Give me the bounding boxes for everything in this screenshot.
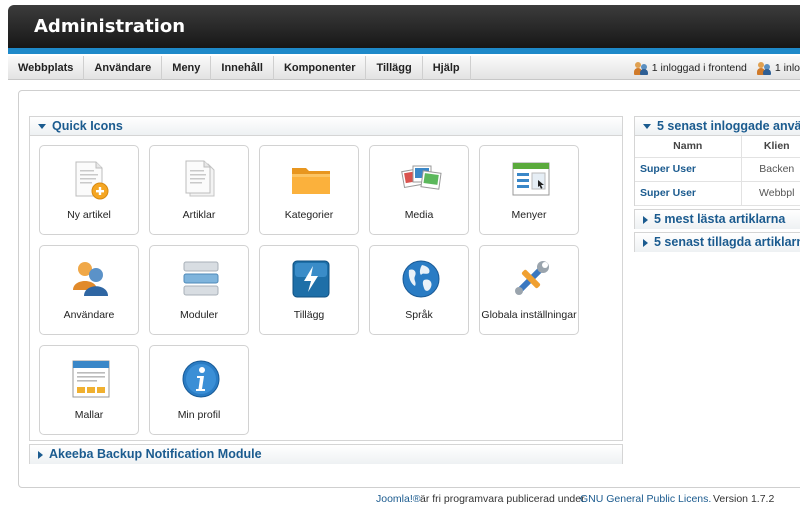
quick-icon-min-profil[interactable]: Min profil [149, 345, 249, 435]
chevron-right-icon [38, 450, 43, 459]
globe-icon [402, 260, 440, 298]
quick-icon-kategorier[interactable]: Kategorier [259, 145, 359, 235]
user-name-link[interactable]: Super User [635, 181, 742, 206]
menu-komponenter[interactable]: Komponenter [274, 56, 367, 80]
joomla-link[interactable]: Joomla!® [376, 493, 421, 505]
footer-text: är fri programvara publicerad under [420, 493, 585, 505]
quick-icon-media[interactable]: Media [369, 145, 469, 235]
quick-icons-title: Quick Icons [52, 119, 123, 133]
quick-icon-label: Moduler [180, 309, 218, 321]
footer: Joomla!® är fri programvara publicerad u… [0, 493, 800, 509]
chevron-down-icon [38, 124, 46, 130]
modules-icon [183, 261, 219, 296]
admin-header: Administration [8, 5, 800, 54]
chevron-right-icon [643, 215, 648, 224]
logged-users-header[interactable]: 5 senast inloggade anvä [635, 117, 800, 136]
chevron-right-icon [643, 238, 648, 247]
menu-bar: Webbplats Användare Meny Innehåll Kompon… [8, 56, 800, 80]
table-row: Super User Backen [635, 157, 800, 182]
akeeba-module: Akeeba Backup Notification Module [29, 444, 623, 464]
quick-icon-label: Mallar [74, 409, 104, 421]
menu-meny[interactable]: Meny [162, 56, 212, 80]
quick-icon-label: Språk [405, 309, 433, 321]
quick-icon-tillagg[interactable]: Tillägg [259, 245, 359, 335]
quick-icon-label: Globala inställningar [481, 309, 577, 321]
user-client: Backen [741, 157, 800, 182]
quick-icon-label: Min profil [177, 409, 221, 421]
chevron-down-icon [643, 124, 651, 130]
new-article-icon [75, 161, 109, 200]
quick-icon-artiklar[interactable]: Artiklar [149, 145, 249, 235]
frontend-users-label: 1 inloggad i frontend [651, 62, 747, 74]
quick-icons-header[interactable]: Quick Icons [30, 117, 622, 136]
backend-users-status[interactable]: 1 inlo [756, 61, 800, 75]
latest-articles-header[interactable]: 5 senast tillagda artiklarn [635, 233, 800, 252]
menu-innehall[interactable]: Innehåll [211, 56, 274, 80]
quick-icon-anvandare[interactable]: Användare [39, 245, 139, 335]
quick-icon-label: Användare [63, 309, 115, 321]
templates-icon [72, 360, 110, 398]
user-name-link[interactable]: Super User [635, 157, 742, 182]
users-icon [633, 61, 648, 75]
login-status: 1 inloggad i frontend 1 inlo [633, 56, 800, 80]
akeeba-header[interactable]: Akeeba Backup Notification Module [30, 445, 622, 464]
main-menu: Webbplats Användare Meny Innehåll Kompon… [8, 56, 471, 80]
logged-users-module: 5 senast inloggade anvä Namn Klien Super… [634, 116, 800, 206]
users-icon [756, 61, 771, 75]
extensions-icon [292, 260, 330, 298]
column-header-client: Klien [741, 136, 800, 158]
quick-icon-moduler[interactable]: Moduler [149, 245, 249, 335]
menu-tillagg[interactable]: Tillägg [366, 56, 423, 80]
menu-hjalp[interactable]: Hjälp [423, 56, 471, 80]
quick-icon-label: Kategorier [284, 209, 334, 221]
popular-articles-title: 5 mest lästa artiklarna [654, 212, 786, 226]
latest-articles-title: 5 senast tillagda artiklarn [654, 235, 800, 249]
logged-users-title: 5 senast inloggade anvä [657, 119, 800, 133]
page-title: Administration [34, 16, 186, 37]
column-header-name: Namn [635, 136, 742, 158]
frontend-users-status[interactable]: 1 inloggad i frontend [633, 61, 747, 75]
users-icon [73, 262, 108, 296]
menu-anvandare[interactable]: Användare [84, 56, 163, 80]
logged-users-table: Namn Klien Super User Backen Super User … [635, 136, 800, 206]
articles-icon [185, 160, 215, 197]
info-icon [182, 360, 220, 398]
version-label: Version 1.7.2 [713, 493, 775, 505]
quick-icon-label: Menyer [511, 209, 547, 221]
menus-icon [512, 162, 550, 196]
media-icon [401, 165, 442, 190]
table-row: Super User Webbpl [635, 181, 800, 206]
quick-icon-ny-artikel[interactable]: Ny artikel [39, 145, 139, 235]
menu-webbplats[interactable]: Webbplats [8, 56, 85, 80]
latest-articles-module: 5 senast tillagda artiklarn [634, 232, 800, 252]
quick-icon-sprak[interactable]: Språk [369, 245, 469, 335]
tools-icon [515, 261, 549, 295]
popular-articles-module: 5 mest lästa artiklarna [634, 209, 800, 229]
folder-icon [292, 168, 330, 194]
akeeba-title: Akeeba Backup Notification Module [49, 447, 262, 461]
user-client: Webbpl [741, 181, 800, 206]
quick-icon-globala-installningar[interactable]: Globala inställningar [479, 245, 579, 335]
license-link[interactable]: GNU General Public Licens. [580, 493, 711, 505]
quick-icon-label: Ny artikel [67, 209, 111, 221]
quick-icon-label: Artiklar [182, 209, 216, 221]
backend-users-label: 1 inlo [774, 62, 800, 74]
quick-icon-label: Tillägg [293, 309, 325, 321]
quick-icon-mallar[interactable]: Mallar [39, 345, 139, 435]
quick-icon-menyer[interactable]: Menyer [479, 145, 579, 235]
quick-icon-label: Media [404, 209, 434, 221]
popular-articles-header[interactable]: 5 mest lästa artiklarna [635, 210, 800, 229]
